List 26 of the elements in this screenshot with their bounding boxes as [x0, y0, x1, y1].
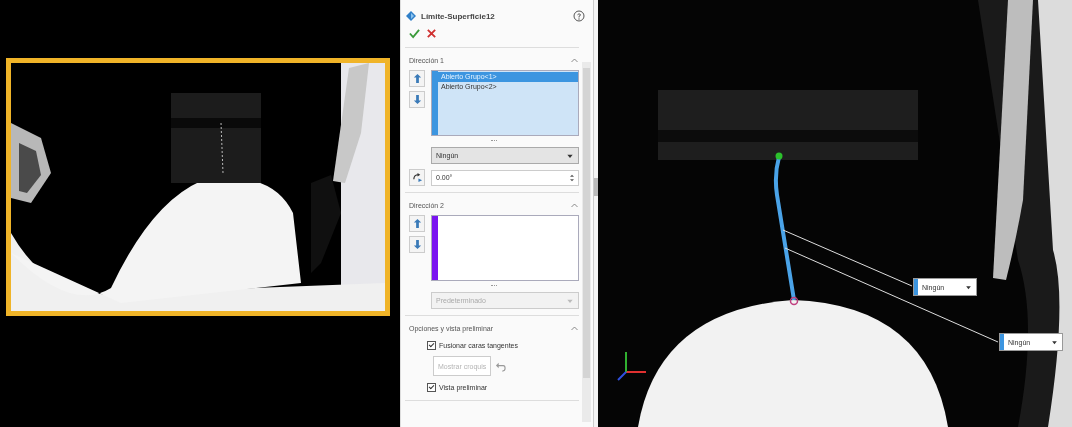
splitter-handle[interactable] — [594, 178, 598, 196]
feature-icon — [405, 10, 417, 22]
ok-icon — [409, 28, 420, 39]
dropdown-arrow-icon — [965, 283, 972, 291]
arrow-down-icon — [411, 239, 423, 250]
axis-triad-icon — [617, 351, 647, 381]
move-up-button[interactable] — [409, 215, 425, 232]
help-icon — [573, 10, 585, 22]
move-down-button[interactable] — [409, 236, 425, 253]
undo-arrow-icon — [495, 360, 507, 372]
boundary-curve[interactable] — [773, 152, 799, 306]
arrow-up-icon — [411, 218, 423, 229]
arrow-up-icon — [411, 73, 423, 84]
move-down-button[interactable] — [409, 91, 425, 108]
reverse-direction-button[interactable] — [409, 169, 425, 186]
spinner-icon — [568, 172, 576, 183]
close-icon — [426, 28, 437, 39]
resize-grip[interactable] — [491, 137, 497, 141]
move-up-button[interactable] — [409, 70, 425, 87]
resize-grip[interactable] — [491, 282, 497, 286]
selection-list[interactable] — [431, 215, 579, 281]
arrow-down-icon — [411, 94, 423, 105]
panel-title: Límite-Superficie12 — [421, 11, 496, 21]
scrollbar[interactable] — [582, 62, 591, 422]
rotate-arrow-icon — [411, 172, 423, 183]
dropdown-arrow-icon — [1051, 338, 1058, 346]
